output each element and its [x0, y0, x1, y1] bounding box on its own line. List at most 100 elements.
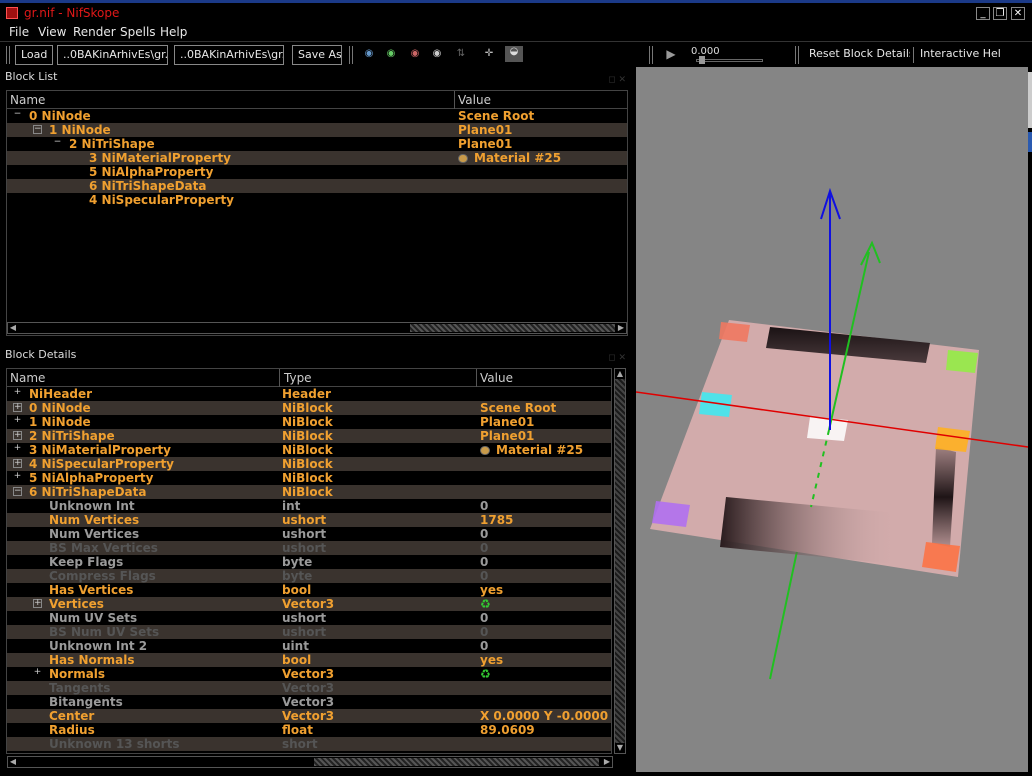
detail-row[interactable]: Unknown Int int 0: [7, 499, 611, 513]
block-list-row[interactable]: −0 NiNode Scene Root: [7, 109, 627, 123]
detail-value[interactable]: 0: [480, 625, 611, 639]
detail-row[interactable]: Radius float 89.0609: [7, 723, 611, 737]
block-list-tree[interactable]: Name Value −0 NiNode Scene Root −1 NiNode P…: [6, 90, 628, 336]
detail-value[interactable]: 1785: [480, 513, 611, 527]
detail-row[interactable]: +0 NiNode NiBlock Scene Root: [7, 401, 611, 415]
detail-value[interactable]: yes: [480, 653, 611, 667]
block-list-row[interactable]: 6 NiTriShapeData: [7, 179, 627, 193]
detail-row[interactable]: Num UV Sets ushort 0: [7, 611, 611, 625]
menu-view[interactable]: View: [38, 25, 66, 39]
toolbar-grip[interactable]: [349, 46, 353, 64]
collapse-icon[interactable]: −: [53, 138, 62, 148]
expand-icon[interactable]: +: [13, 416, 22, 426]
detail-row[interactable]: Num Vertices ushort 0: [7, 527, 611, 541]
detail-row[interactable]: Compress Flags byte 0: [7, 569, 611, 583]
save-as-button[interactable]: Save As: [292, 45, 342, 65]
collapse-icon[interactable]: −: [13, 110, 22, 120]
detail-value[interactable]: Scene Root: [480, 401, 611, 415]
detail-row[interactable]: +5 NiAlphaProperty NiBlock: [7, 471, 611, 485]
detail-row[interactable]: BS Max Vertices ushort 0: [7, 541, 611, 555]
detail-value[interactable]: ♻: [480, 667, 611, 681]
detail-row[interactable]: Num Vertices ushort 1785: [7, 513, 611, 527]
detail-value[interactable]: Material #25: [480, 443, 611, 457]
expand-icon[interactable]: +: [13, 388, 22, 398]
scroll-left-icon[interactable]: ◀: [8, 757, 18, 767]
detail-row[interactable]: Tangents Vector3: [7, 681, 611, 695]
detail-row[interactable]: Bitangents Vector3: [7, 695, 611, 709]
detail-value[interactable]: 89.0609: [480, 723, 611, 737]
reset-block-details-button[interactable]: Reset Block Details: [804, 45, 910, 65]
column-header-name[interactable]: Name: [10, 93, 45, 107]
detail-row[interactable]: Unknown Int 2 uint 0: [7, 639, 611, 653]
detail-row[interactable]: +3 NiMaterialProperty NiBlock Material #25: [7, 443, 611, 457]
detail-row[interactable]: Has Vertices bool yes: [7, 583, 611, 597]
time-slider-handle[interactable]: [699, 56, 705, 64]
scroll-thumb[interactable]: [314, 758, 599, 766]
expand-icon[interactable]: +: [13, 472, 22, 482]
load-button[interactable]: Load: [15, 45, 53, 65]
detail-value[interactable]: yes: [480, 583, 611, 597]
detail-row[interactable]: + Vertices Vector3 ♻: [7, 597, 611, 611]
menu-render[interactable]: Render: [73, 25, 116, 39]
expand-icon[interactable]: +: [13, 459, 22, 468]
eye-green-icon[interactable]: ◉: [384, 48, 398, 60]
detail-value[interactable]: 0: [480, 639, 611, 653]
eye-red-icon[interactable]: ◉: [408, 48, 422, 60]
panel-float-close-icons[interactable]: ◻ ✕: [608, 71, 626, 89]
column-header-value[interactable]: Value: [480, 371, 513, 385]
menu-spells[interactable]: Spells: [120, 25, 156, 39]
detail-row[interactable]: +1 NiNode NiBlock Plane01: [7, 415, 611, 429]
detail-value[interactable]: 0: [480, 527, 611, 541]
load-path-field[interactable]: ..0BAKinArhivEs\gr.nif: [57, 45, 168, 65]
textures-icon[interactable]: ◒: [505, 46, 523, 62]
scroll-left-icon[interactable]: ◀: [8, 323, 18, 333]
block-list-hscrollbar[interactable]: ◀ ▶: [7, 322, 627, 334]
block-list-row[interactable]: 4 NiSpecularProperty: [7, 193, 627, 207]
toolbar-grip[interactable]: [649, 46, 653, 64]
play-icon[interactable]: ▶: [664, 48, 678, 60]
toolbar-grip[interactable]: [795, 46, 799, 64]
detail-row[interactable]: + Normals Vector3 ♻: [7, 667, 611, 681]
expand-icon[interactable]: +: [13, 444, 22, 454]
expand-icon[interactable]: +: [13, 403, 22, 412]
minimize-button[interactable]: _: [976, 7, 990, 20]
detail-row[interactable]: −6 NiTriShapeData NiBlock: [7, 485, 611, 499]
column-header-type[interactable]: Type: [284, 371, 312, 385]
eye-white-icon[interactable]: ◉: [430, 48, 444, 60]
detail-value[interactable]: 0: [480, 611, 611, 625]
time-slider[interactable]: [696, 56, 763, 64]
detail-value[interactable]: X 0.0000 Y -0.0000 Z: [480, 709, 611, 723]
restore-button[interactable]: ❐: [993, 7, 1007, 20]
block-list-row[interactable]: 5 NiAlphaProperty: [7, 165, 627, 179]
toolbar-grip[interactable]: [6, 46, 10, 64]
collapse-icon[interactable]: −: [33, 125, 42, 134]
detail-value[interactable]: Plane01: [480, 415, 611, 429]
block-list-row[interactable]: 3 NiMaterialProperty Material #25: [7, 151, 627, 165]
block-list-row[interactable]: −1 NiNode Plane01: [7, 123, 627, 137]
detail-value[interactable]: 0: [480, 569, 611, 583]
interactive-help-button[interactable]: Interactive Help: [915, 45, 1001, 65]
axes-icon[interactable]: ✛: [482, 48, 496, 60]
detail-row[interactable]: Keep Flags byte 0: [7, 555, 611, 569]
detail-row[interactable]: Has Normals bool yes: [7, 653, 611, 667]
detail-row[interactable]: BS Num UV Sets ushort 0: [7, 625, 611, 639]
detail-row[interactable]: Center Vector3 X 0.0000 Y -0.0000 Z: [7, 709, 611, 723]
scroll-right-icon[interactable]: ▶: [616, 323, 626, 333]
detail-value[interactable]: 0: [480, 499, 611, 513]
detail-value[interactable]: 0: [480, 555, 611, 569]
close-button[interactable]: ✕: [1011, 7, 1025, 20]
eye-blue-icon[interactable]: ◉: [362, 48, 376, 60]
scroll-down-icon[interactable]: ▼: [615, 743, 625, 753]
menu-file[interactable]: File: [9, 25, 29, 39]
detail-value[interactable]: ♻: [480, 597, 611, 611]
collapse-icon[interactable]: −: [13, 487, 22, 496]
block-details-tree[interactable]: Name Type Value + NiHeader Header +0 NiNode…: [6, 368, 612, 754]
block-list-row[interactable]: −2 NiTriShape Plane01: [7, 137, 627, 151]
render-viewport[interactable]: [636, 67, 1028, 772]
expand-icon[interactable]: +: [33, 599, 42, 608]
expand-icon[interactable]: +: [13, 431, 22, 440]
detail-row[interactable]: + NiHeader Header: [7, 387, 611, 401]
panel-float-close-icons[interactable]: ◻ ✕: [608, 349, 626, 367]
skeleton-icon[interactable]: ⇅: [454, 48, 468, 60]
detail-row[interactable]: +2 NiTriShape NiBlock Plane01: [7, 429, 611, 443]
